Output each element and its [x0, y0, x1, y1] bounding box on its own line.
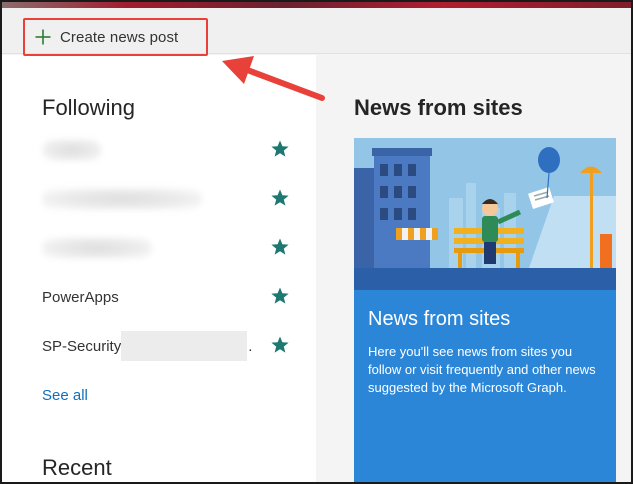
see-all-link[interactable]: See all — [42, 387, 88, 404]
truncation-dot: . — [248, 337, 253, 355]
star-icon[interactable] — [270, 139, 290, 159]
redacted-text-block — [121, 331, 248, 361]
command-bar: Create news post — [0, 8, 633, 54]
redacted-site-name — [42, 139, 102, 161]
following-item-2[interactable] — [42, 184, 302, 214]
following-title: Following — [42, 95, 135, 120]
star-icon[interactable] — [270, 188, 290, 208]
following-item-label: SP-Security — [42, 337, 122, 355]
following-item-sp-security[interactable]: SP-Security . — [42, 331, 302, 361]
top-banner — [0, 0, 633, 8]
redacted-site-name — [42, 188, 202, 210]
news-card-description: Here you'll see news from sites you foll… — [368, 344, 596, 395]
recent-title: Recent — [42, 455, 112, 480]
news-card[interactable]: News from sites Here you'll see news fro… — [354, 138, 616, 484]
star-icon[interactable] — [270, 286, 290, 306]
following-item-3[interactable] — [42, 233, 302, 263]
following-item-powerapps[interactable]: PowerApps — [42, 282, 302, 312]
left-pane: Following PowerApps SP-Security . See al… — [2, 55, 316, 482]
create-news-post-button[interactable]: Create news post — [26, 20, 208, 54]
star-icon[interactable] — [270, 237, 290, 257]
star-icon[interactable] — [270, 335, 290, 355]
news-card-title: News from sites — [368, 308, 511, 330]
news-from-sites-heading: News from sites — [354, 95, 523, 120]
news-illustration — [354, 138, 616, 290]
create-news-post-label: Create news post — [60, 28, 179, 46]
right-pane: News from sites News from sites Here you… — [316, 55, 631, 484]
following-item-1[interactable] — [42, 135, 302, 165]
following-item-label: PowerApps — [42, 288, 119, 306]
news-card-body: News from sites Here you'll see news fro… — [354, 290, 616, 484]
redacted-site-name — [42, 237, 152, 259]
plus-icon — [35, 29, 51, 45]
